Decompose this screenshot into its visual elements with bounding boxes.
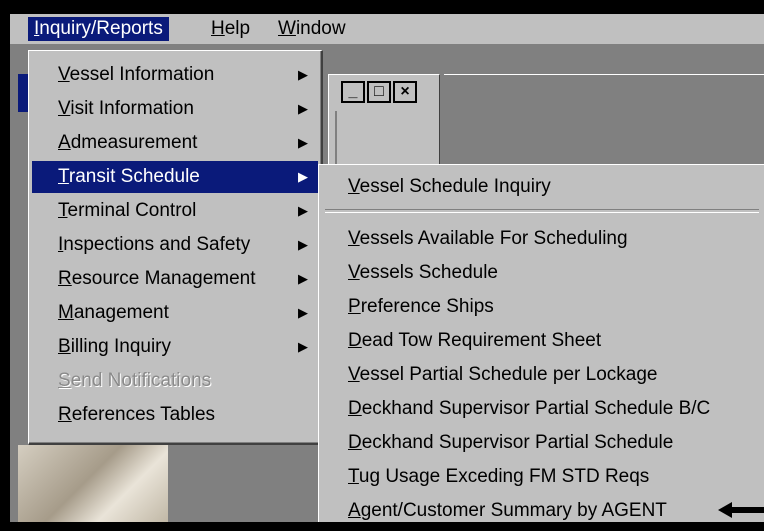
access-key: V xyxy=(348,176,360,197)
access-key: D xyxy=(348,330,362,351)
access-key: S xyxy=(58,370,71,391)
submenu-arrow-icon: ▶ xyxy=(298,339,308,354)
access-key: V xyxy=(58,64,70,85)
app-window: Inquiry/Reports Help Window _ □ × Vessel… xyxy=(10,14,764,522)
access-key: V xyxy=(348,228,360,249)
menu-item-label: ug Usage Exceding FM STD Reqs xyxy=(358,466,650,487)
access-key: R xyxy=(58,268,72,289)
transit-submenu-item-deckhand-supervisor-partial-schedule[interactable]: Deckhand Supervisor Partial Schedule xyxy=(322,427,762,459)
access-key-w: W xyxy=(278,18,296,39)
inquiry-menu-item-transit-schedule[interactable]: Transit Schedule ▶ xyxy=(32,161,318,193)
transit-submenu-item-tug-usage-exceding-fm-std-reqs[interactable]: Tug Usage Exceding FM STD Reqs xyxy=(322,461,762,493)
menu-item-label: essels Schedule xyxy=(359,262,498,283)
access-key: D xyxy=(348,432,362,453)
menu-help-rest: elp xyxy=(224,18,251,39)
transit-submenu-item-dead-tow-requirement-sheet[interactable]: Dead Tow Requirement Sheet xyxy=(322,325,762,357)
access-key: V xyxy=(348,364,360,385)
menu-item-label: dmeasurement xyxy=(70,132,198,153)
submenu-arrow-icon: ▶ xyxy=(298,135,308,150)
inquiry-menu-item-resource-management[interactable]: Resource Management ▶ xyxy=(32,263,318,295)
access-key: T xyxy=(58,166,69,187)
background-texture xyxy=(18,445,168,522)
menu-separator xyxy=(325,209,759,213)
submenu-arrow-icon: ▶ xyxy=(298,101,308,116)
access-key: M xyxy=(58,302,74,323)
submenu-arrow-icon: ▶ xyxy=(298,305,308,320)
screen: Inquiry/Reports Help Window _ □ × Vessel… xyxy=(0,0,764,531)
menu-item-label: eferences Tables xyxy=(71,404,216,425)
transit-submenu-item-vessel-partial-schedule-per-lockage[interactable]: Vessel Partial Schedule per Lockage xyxy=(322,359,762,391)
menu-window[interactable]: Window xyxy=(272,17,352,41)
inquiry-menu-item-references-tables[interactable]: References Tables xyxy=(32,399,318,431)
access-key: A xyxy=(348,500,361,521)
inquiry-menu-item-billing-inquiry[interactable]: Billing Inquiry ▶ xyxy=(32,331,318,363)
menu-item-label: isit Information xyxy=(70,98,194,119)
menu-item-label: essel Schedule Inquiry xyxy=(359,176,551,197)
transit-submenu-item-vessel-schedule-inquiry[interactable]: Vessel Schedule Inquiry xyxy=(322,171,762,203)
menu-item-label: ead Tow Requirement Sheet xyxy=(361,330,602,351)
submenu-arrow-icon: ▶ xyxy=(298,169,308,184)
menu-item-label: eckhand Supervisor Partial Schedule B/C xyxy=(361,398,711,419)
menu-item-label: gent/Customer Summary by AGENT xyxy=(360,500,667,521)
menu-item-label: nspections and Safety xyxy=(63,234,251,255)
inquiry-menu-item-vessel-information[interactable]: Vessel Information ▶ xyxy=(32,59,318,91)
menu-item-label: essel Partial Schedule per Lockage xyxy=(359,364,658,385)
transit-submenu-item-vessels-available-for-scheduling[interactable]: Vessels Available For Scheduling xyxy=(322,223,762,255)
transit-submenu-item-vessels-schedule[interactable]: Vessels Schedule xyxy=(322,257,762,289)
transit-submenu-item-deckhand-supervisor-partial-schedule-b-c[interactable]: Deckhand Supervisor Partial Schedule B/C xyxy=(322,393,762,425)
inquiry-reports-menu: Vessel Information ▶ Visit Information ▶ Adm… xyxy=(28,50,323,445)
menu-help[interactable]: Help xyxy=(205,17,256,41)
menu-item-label: essel Information xyxy=(69,64,215,85)
menubar: Inquiry/Reports Help Window xyxy=(10,14,764,45)
submenu-arrow-icon: ▶ xyxy=(298,203,308,218)
access-key: P xyxy=(348,296,361,317)
menu-window-rest: indow xyxy=(295,18,346,39)
maximize-button[interactable]: □ xyxy=(367,81,391,103)
menu-item-label: illing Inquiry xyxy=(70,336,172,357)
menu-item-label: essels Available For Scheduling xyxy=(359,228,628,249)
menu-item-label: end Notifications xyxy=(70,370,212,391)
transit-submenu-item-agent-customer-summary-by-agent[interactable]: Agent/Customer Summary by AGENT xyxy=(322,495,762,522)
submenu-arrow-icon: ▶ xyxy=(298,237,308,252)
access-key: V xyxy=(348,262,360,283)
menu-inquiry-reports[interactable]: Inquiry/Reports xyxy=(28,17,169,41)
access-key-h: H xyxy=(211,18,225,39)
access-key: A xyxy=(58,132,71,153)
transit-schedule-submenu: Vessel Schedule Inquiry Vessels Available… xyxy=(318,164,764,522)
transit-submenu-item-preference-ships[interactable]: Preference Ships xyxy=(322,291,762,323)
menu-item-label: esource Management xyxy=(71,268,256,289)
pointer-arrow-icon xyxy=(718,502,764,518)
access-key: T xyxy=(58,200,68,221)
inquiry-menu-item-terminal-control[interactable]: Terminal Control ▶ xyxy=(32,195,318,227)
access-key: T xyxy=(348,466,359,487)
menu-item-label: anagement xyxy=(73,302,169,323)
inquiry-menu-item-visit-information[interactable]: Visit Information ▶ xyxy=(32,93,318,125)
menu-inquiry-reports-rest: nquiry/Reports xyxy=(39,18,163,39)
inquiry-menu-item-management[interactable]: Management ▶ xyxy=(32,297,318,329)
menu-item-label: eckhand Supervisor Partial Schedule xyxy=(361,432,674,453)
access-key: B xyxy=(58,336,71,357)
access-key: D xyxy=(348,398,362,419)
minimize-button[interactable]: _ xyxy=(341,81,365,103)
inquiry-menu-item-send-notifications: Send Notifications xyxy=(32,365,318,397)
inquiry-menu-item-admeasurement[interactable]: Admeasurement ▶ xyxy=(32,127,318,159)
menu-item-label: reference Ships xyxy=(360,296,494,317)
inquiry-menu-item-inspections-and-safety[interactable]: Inspections and Safety ▶ xyxy=(32,229,318,261)
submenu-arrow-icon: ▶ xyxy=(298,67,308,82)
access-key: V xyxy=(58,98,71,119)
submenu-arrow-icon: ▶ xyxy=(298,271,308,286)
access-key: R xyxy=(58,404,72,425)
close-button[interactable]: × xyxy=(393,81,417,103)
menu-item-label: erminal Control xyxy=(67,200,197,221)
menu-item-label: ransit Schedule xyxy=(68,166,200,187)
